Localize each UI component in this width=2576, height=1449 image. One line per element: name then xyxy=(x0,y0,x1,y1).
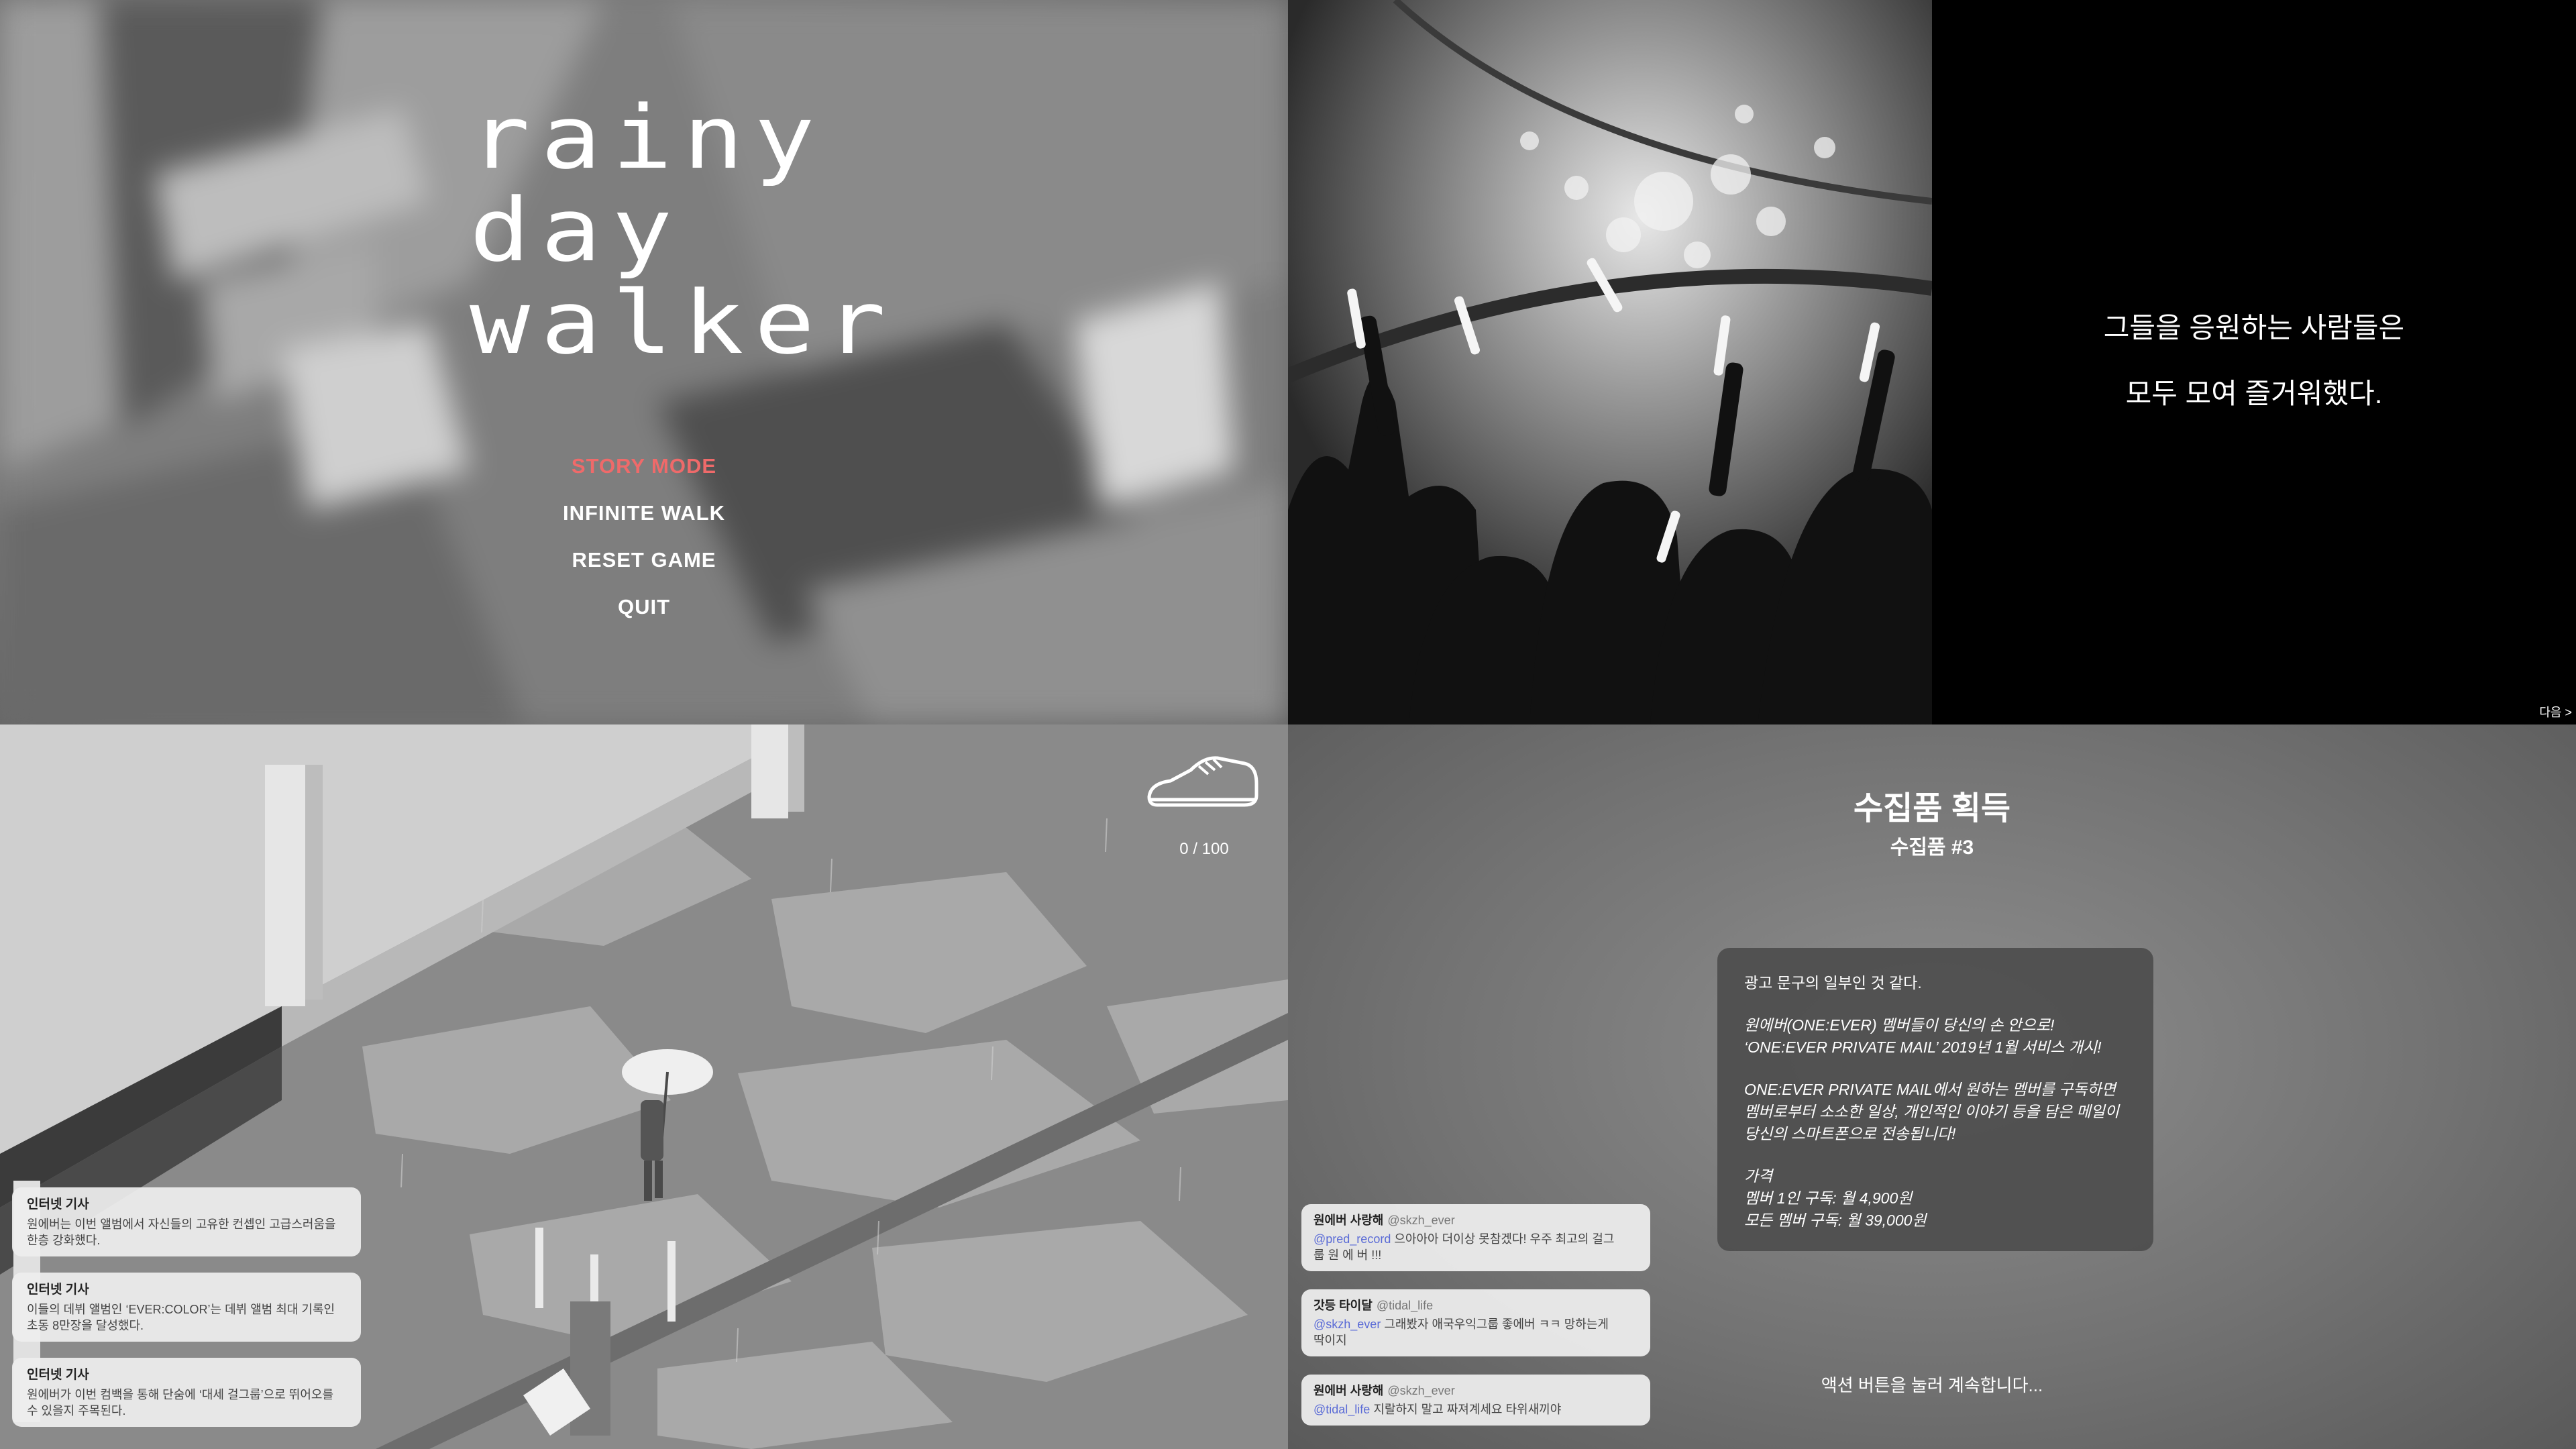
title-screen: rainy day walker STORY MODE INFINITE WAL… xyxy=(0,0,1288,724)
game-logo: rainy day walker xyxy=(470,87,886,369)
card-paragraph: 원에버(ONE:EVER) 멤버들이 당신의 손 안으로! ‘ONE:EVER … xyxy=(1744,1014,2127,1059)
card-line: 멤버 1인 구독: 월 4,900원 xyxy=(1744,1189,1913,1207)
chat-mention: @tidal_life xyxy=(1313,1403,1371,1416)
card-line: 모든 멤버 구독: 월 39,000원 xyxy=(1744,1212,1927,1229)
chat-text: @tidal_life 지랄하지 말고 짜져계세요 타위새끼야 xyxy=(1313,1401,1638,1417)
news-heading: 인터넷 기사 xyxy=(27,1283,89,1297)
logo-line-2: day xyxy=(470,179,684,281)
chat-name: 원에버 사랑해 xyxy=(1313,1214,1384,1227)
caption-line-2: 모두 모여 즐거워했다. xyxy=(2125,378,2383,409)
chat-text: @skzh_ever 그래봤자 애국우익그룹 좋에버 ㅋㅋ 망하는게딱이지 xyxy=(1313,1316,1638,1348)
chat-mention: @pred_record xyxy=(1313,1232,1391,1246)
collectible-screen: 수집품 획득 수집품 #3 광고 문구의 일부인 것 같다. 원에버(ONE:E… xyxy=(1288,724,2576,1449)
main-menu: STORY MODE INFINITE WALK RESET GAME QUIT xyxy=(510,443,778,631)
menu-quit[interactable]: QUIT xyxy=(510,584,778,631)
concert-crowd-illustration xyxy=(1288,0,1932,724)
card-line: 당신의 스마트폰으로 전송됩니다! xyxy=(1744,1125,1956,1142)
chat-body: 지랄하지 말고 짜져계세요 타위새끼야 xyxy=(1370,1403,1562,1416)
chat-message: 원에버 사랑해 @skzh_ever @pred_record 으아아아 더이상 … xyxy=(1301,1204,1650,1271)
card-line: 멤버로부터 소소한 일상, 개인적인 이야기 등을 담은 메일이 xyxy=(1744,1103,2119,1120)
logo-line-3: walker xyxy=(470,272,897,374)
cutscene-caption: 그들을 응원하는 사람들은 모두 모여 즐거워했다. xyxy=(1932,295,2576,427)
shoe-icon xyxy=(1147,756,1258,807)
collectible-title: 수집품 획득 xyxy=(1853,791,2011,826)
chat-handle: @tidal_life xyxy=(1376,1299,1434,1312)
menu-story-mode[interactable]: STORY MODE xyxy=(510,443,778,490)
news-line: 이들의 데뷔 앨범인 ‘EVER:COLOR’는 데뷔 앨범 최대 기록인 xyxy=(27,1303,335,1316)
chat-mention: @skzh_ever xyxy=(1313,1318,1381,1331)
chat-author: 갓등 타이달 @tidal_life xyxy=(1313,1296,1638,1313)
chat-body: 딱이지 xyxy=(1313,1334,1347,1347)
chat-name: 갓등 타이달 xyxy=(1313,1299,1373,1312)
news-body: 원에버가 이번 컴백을 통해 단숨에 ‘대세 걸그룹’으로 뛰어오를 수 있을지… xyxy=(27,1387,346,1419)
news-body: 이들의 데뷔 앨범인 ‘EVER:COLOR’는 데뷔 앨범 최대 기록인 초동… xyxy=(27,1301,346,1334)
menu-infinite-walk[interactable]: INFINITE WALK xyxy=(510,490,778,537)
menu-reset-game[interactable]: RESET GAME xyxy=(510,537,778,584)
card-line: 원에버(ONE:EVER) 멤버들이 당신의 손 안으로! xyxy=(1744,1016,2055,1034)
continue-prompt[interactable]: 액션 버튼을 눌러 계속합니다... xyxy=(1288,1372,2576,1397)
news-heading: 인터넷 기사 xyxy=(27,1368,89,1382)
caption-line-1: 그들을 응원하는 사람들은 xyxy=(2103,312,2405,343)
chat-message: 갓등 타이달 @tidal_life @skzh_ever 그래봤자 애국우익그룹… xyxy=(1301,1289,1650,1356)
news-line: 원에버는 이번 앨범에서 자신들의 고유한 컨셉인 고급스러움을 xyxy=(27,1218,336,1231)
chat-body: 으아아아 더이상 못참겠다! 우주 최고의 걸그 xyxy=(1391,1232,1615,1246)
logo-line-1: rainy xyxy=(470,87,826,189)
chat-handle: @skzh_ever xyxy=(1387,1214,1455,1227)
chat-body: 룹 원 에 버 !!! xyxy=(1313,1248,1382,1262)
next-button[interactable]: 다음 > xyxy=(2539,703,2572,720)
card-paragraph: 가격 멤버 1인 구독: 월 4,900원 모든 멤버 구독: 월 39,000… xyxy=(1744,1165,2127,1232)
news-toast: 인터넷 기사 원에버가 이번 컴백을 통해 단숨에 ‘대세 걸그룹’으로 뛰어오… xyxy=(12,1358,361,1427)
news-line: 초동 8만장을 달성했다. xyxy=(27,1319,144,1332)
news-line: 한층 강화했다. xyxy=(27,1234,101,1247)
step-counter: 0 / 100 xyxy=(1179,840,1229,858)
card-intro: 광고 문구의 일부인 것 같다. xyxy=(1744,974,1922,991)
news-toast: 인터넷 기사 원에버는 이번 앨범에서 자신들의 고유한 컨셉인 고급스러움을 … xyxy=(12,1187,361,1256)
news-heading: 인터넷 기사 xyxy=(27,1197,89,1212)
collectible-card: 광고 문구의 일부인 것 같다. 원에버(ONE:EVER) 멤버들이 당신의 … xyxy=(1717,948,2153,1251)
news-toast: 인터넷 기사 이들의 데뷔 앨범인 ‘EVER:COLOR’는 데뷔 앨범 최대… xyxy=(12,1273,361,1342)
chat-body: 그래봤자 애국우익그룹 좋에버 ㅋㅋ 망하는게 xyxy=(1381,1318,1609,1331)
news-line: 원에버가 이번 컴백을 통해 단숨에 ‘대세 걸그룹’으로 뛰어오를 xyxy=(27,1388,334,1401)
card-line: 가격 xyxy=(1744,1167,1773,1185)
news-body: 원에버는 이번 앨범에서 자신들의 고유한 컨셉인 고급스러움을 한층 강화했다… xyxy=(27,1216,346,1248)
card-line: ONE:EVER PRIVATE MAIL에서 원하는 멤버를 구독하면 xyxy=(1744,1081,2116,1098)
card-paragraph: ONE:EVER PRIVATE MAIL에서 원하는 멤버를 구독하면 멤버로… xyxy=(1744,1079,2127,1145)
news-line: 수 있을지 주목된다. xyxy=(27,1404,126,1417)
chat-text: @pred_record 으아아아 더이상 못참겠다! 우주 최고의 걸그룹 원… xyxy=(1313,1231,1638,1263)
gameplay-screen: 0 / 100 인터넷 기사 원에버는 이번 앨범에서 자신들의 고유한 컨셉인… xyxy=(0,724,1288,1449)
card-line: ‘ONE:EVER PRIVATE MAIL’ 2019년 1월 서비스 개시! xyxy=(1744,1038,2102,1056)
chat-author: 원에버 사랑해 @skzh_ever xyxy=(1313,1211,1638,1228)
collectible-subtitle: 수집품 #3 xyxy=(1890,837,1974,859)
cutscene-screen: 그들을 응원하는 사람들은 모두 모여 즐거워했다. 다음 > xyxy=(1288,0,2576,724)
